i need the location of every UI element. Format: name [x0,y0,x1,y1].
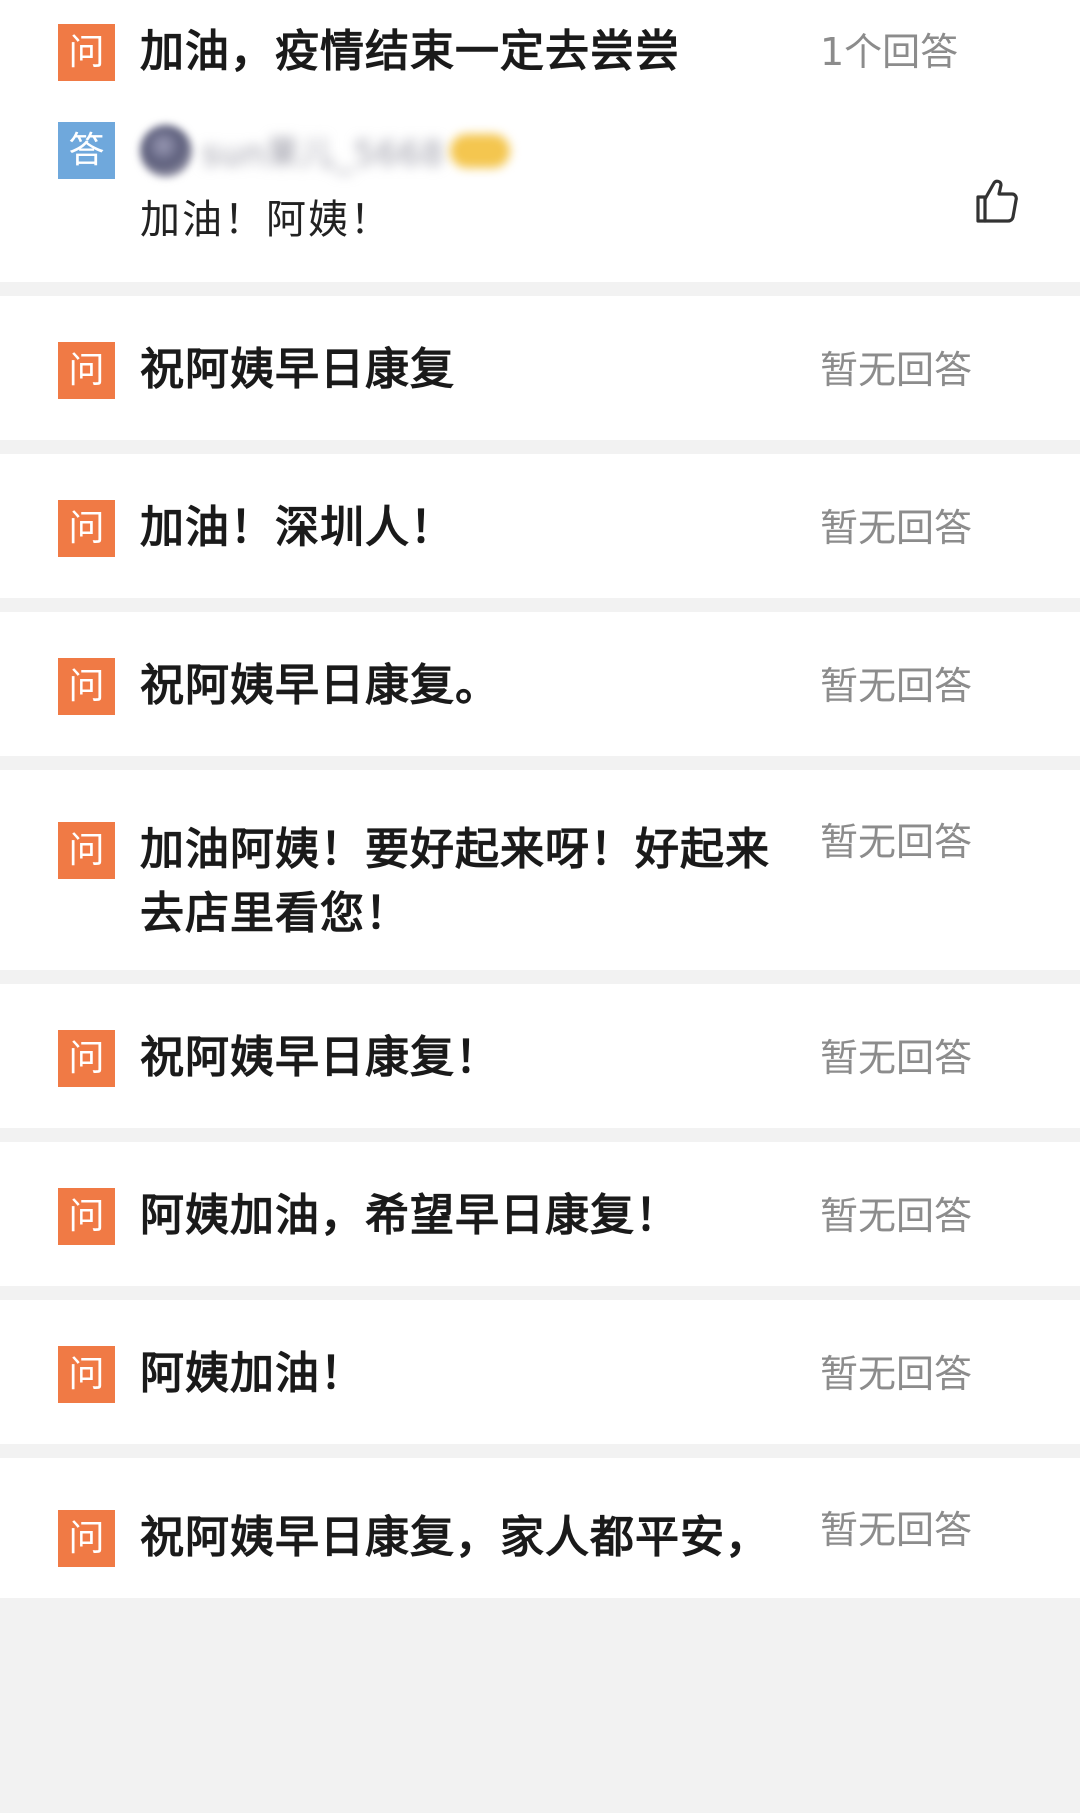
question-badge: 问 [58,1188,115,1245]
question-row[interactable]: 问 加油！深圳人！ 暂无回答 [58,500,1022,560]
question-card[interactable]: 问 阿姨加油，希望早日康复！ 暂无回答 [0,1142,1080,1286]
question-row[interactable]: 问 加油阿姨！要好起来呀！好起来去店里看您！ 暂无回答 [58,820,1022,946]
question-card[interactable]: 问 祝阿姨早日康复。 暂无回答 [0,612,1080,756]
question-badge: 问 [58,1030,115,1087]
question-row[interactable]: 问 祝阿姨早日康复。 暂无回答 [58,658,1022,718]
question-card[interactable]: 问 祝阿姨早日康复！ 暂无回答 [0,984,1080,1128]
question-row[interactable]: 问 阿姨加油，希望早日康复！ 暂无回答 [58,1188,1022,1248]
question-row[interactable]: 问 加油，疫情结束一定去尝尝 1个回答 [58,24,1022,84]
question-text[interactable]: 祝阿姨早日康复。 [140,654,800,718]
answer-count[interactable]: 暂无回答 [820,1030,972,1087]
answer-count[interactable]: 暂无回答 [820,500,972,557]
thumbs-up-icon[interactable] [970,175,1022,227]
question-text[interactable]: 阿姨加油，希望早日康复！ [140,1184,800,1248]
question-badge: 问 [58,658,115,715]
question-text[interactable]: 加油，疫情结束一定去尝尝 [140,20,800,84]
question-list: 问 加油，疫情结束一定去尝尝 1个回答 答 sun果儿_5668 加油！阿姨！ [0,0,1080,1598]
question-badge: 问 [58,822,115,879]
answer-count[interactable]: 暂无回答 [820,1502,972,1559]
answer-count[interactable]: 暂无回答 [820,1346,972,1403]
question-card[interactable]: 问 加油！深圳人！ 暂无回答 [0,454,1080,598]
answer-count[interactable]: 暂无回答 [820,1188,972,1245]
question-card[interactable]: 问 祝阿姨早日康复，家人都平安， 暂无回答 [0,1458,1080,1598]
question-text[interactable]: 阿姨加油！ [140,1342,800,1406]
answer-count[interactable]: 暂无回答 [820,658,972,715]
question-text[interactable]: 祝阿姨早日康复！ [140,1026,800,1090]
question-text[interactable]: 祝阿姨早日康复，家人都平安， [140,1506,800,1570]
author-name[interactable]: sun果儿_5668 [202,126,444,175]
question-text[interactable]: 加油阿姨！要好起来呀！好起来去店里看您！ [140,818,800,946]
question-badge: 问 [58,342,115,399]
question-card[interactable]: 问 阿姨加油！ 暂无回答 [0,1300,1080,1444]
answer-count[interactable]: 1个回答 [820,24,958,81]
question-row[interactable]: 问 祝阿姨早日康复！ 暂无回答 [58,1030,1022,1090]
question-text[interactable]: 加油！深圳人！ [140,496,800,560]
question-row[interactable]: 问 祝阿姨早日康复，家人都平安， 暂无回答 [58,1508,1022,1570]
question-card[interactable]: 问 加油，疫情结束一定去尝尝 1个回答 答 sun果儿_5668 加油！阿姨！ [0,0,1080,282]
answer-text: 加油！阿姨！ [140,197,392,243]
answer-count[interactable]: 暂无回答 [820,814,972,871]
question-card[interactable]: 问 祝阿姨早日康复 暂无回答 [0,296,1080,440]
answer-body: sun果儿_5668 加油！阿姨！ [140,122,1022,245]
question-badge: 问 [58,24,115,81]
question-row[interactable]: 问 阿姨加油！ 暂无回答 [58,1346,1022,1406]
question-card[interactable]: 问 加油阿姨！要好起来呀！好起来去店里看您！ 暂无回答 [0,770,1080,970]
question-badge: 问 [58,500,115,557]
answer-count[interactable]: 暂无回答 [820,342,972,399]
answer-author[interactable]: sun果儿_5668 [140,122,1022,179]
question-text[interactable]: 祝阿姨早日康复 [140,338,800,402]
answer-badge: 答 [58,122,115,179]
question-row[interactable]: 问 祝阿姨早日康复 暂无回答 [58,342,1022,402]
question-badge: 问 [58,1346,115,1403]
question-badge: 问 [58,1510,115,1567]
author-level-badge [450,133,511,168]
answer-row: 答 sun果儿_5668 加油！阿姨！ [58,122,1022,245]
avatar[interactable] [140,124,192,177]
